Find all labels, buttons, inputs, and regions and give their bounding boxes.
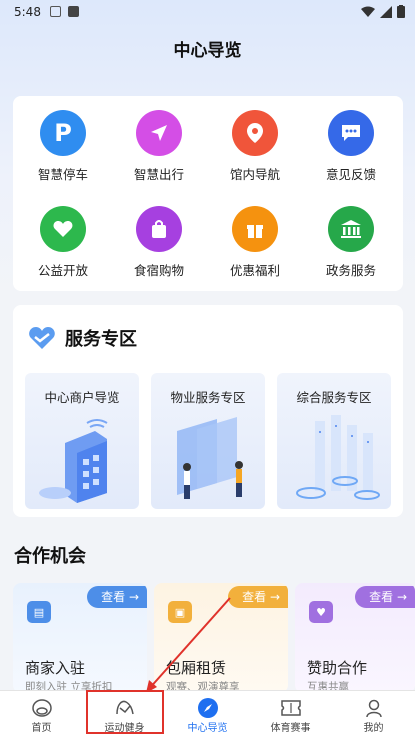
quick-service-grid: P 智慧停车 智慧出行 馆内导航 意见反馈 公益开放 食宿购物 优惠福利 政务服… (13, 96, 403, 291)
notification-icon (50, 6, 61, 17)
compass-icon (197, 698, 218, 718)
tab-label: 体育赛事 (270, 723, 311, 734)
service-card-property[interactable]: 物业服务专区 (151, 373, 265, 509)
view-button[interactable]: 查看 → (87, 586, 147, 608)
app-notification-icon (68, 6, 79, 17)
city-data-illustration (296, 415, 380, 500)
cooperation-title: 合作机会 (14, 546, 86, 567)
grid-item-feedback[interactable]: 意见反馈 (306, 110, 396, 183)
page-title: 中心导览 (173, 41, 242, 61)
heart-hands-icon (40, 206, 86, 252)
grid-item-label: 智慧停车 (37, 167, 88, 182)
service-handshake-icon (29, 327, 55, 349)
map-pin-icon (232, 110, 278, 156)
service-card-merchant-guide[interactable]: 中心商户导览 (25, 373, 139, 509)
status-time: 5:48 (14, 5, 41, 19)
service-card-label: 综合服务专区 (296, 390, 372, 405)
home-icon (31, 699, 52, 717)
government-building-icon (328, 206, 374, 252)
building-illustration (39, 419, 108, 503)
coop-card-title: 商家入驻 (25, 659, 86, 677)
bottom-tab-bar: 首页 运动健身 中心导览 体育赛事 我的 (0, 690, 415, 737)
grid-item-label: 意见反馈 (325, 167, 376, 182)
grid-item-public-welfare[interactable]: 公益开放 (18, 206, 108, 279)
store-icon: ▤ (27, 601, 51, 623)
service-zone-section: 服务专区 中心商户导览 物业服务专区 综合服务专区 (13, 305, 403, 517)
status-bar: 5:48 (0, 0, 415, 26)
shopping-bag-icon (136, 206, 182, 252)
grid-item-label: 食宿购物 (133, 263, 184, 278)
grid-item-label: 公益开放 (37, 263, 88, 278)
coop-card-sponsorship[interactable]: 查看 → ♥ 赞助合作 互惠共赢 (295, 583, 415, 693)
printer-icon: ▣ (168, 601, 192, 623)
coop-card-title: 包厢租赁 (166, 659, 227, 677)
tab-label: 首页 (31, 723, 52, 734)
heart-icon: ♥ (309, 601, 333, 623)
office-illustration (177, 417, 243, 499)
grid-item-label: 馆内导航 (229, 167, 280, 182)
annotation-highlight-box (86, 690, 164, 734)
tab-home[interactable]: 首页 (0, 691, 83, 737)
signal-icon (380, 5, 392, 18)
coop-card-merchant-entry[interactable]: 查看 → ▤ 商家入驻 即刻入驻 立享折扣 (13, 583, 147, 693)
view-button[interactable]: 查看 → (228, 586, 288, 608)
coop-card-box-rental[interactable]: 查看 → ▣ 包厢租赁 观赛、观演尊享 (154, 583, 288, 693)
grid-item-government[interactable]: 政务服务 (306, 206, 396, 279)
gift-icon (232, 206, 278, 252)
grid-item-parking[interactable]: P 智慧停车 (18, 110, 108, 183)
view-button[interactable]: 查看 → (355, 586, 415, 608)
grid-item-label: 政务服务 (325, 263, 376, 278)
parking-icon: P (40, 110, 86, 156)
service-card-general[interactable]: 综合服务专区 (277, 373, 391, 509)
tab-label: 我的 (363, 723, 384, 734)
tab-sports-events[interactable]: 体育赛事 (249, 691, 332, 737)
grid-item-benefits[interactable]: 优惠福利 (210, 206, 300, 279)
chat-bubble-icon (328, 110, 374, 156)
grid-item-indoor-nav[interactable]: 馆内导航 (210, 110, 300, 183)
ticket-icon (280, 700, 301, 716)
tab-center-guide[interactable]: 中心导览 (166, 691, 249, 737)
tab-label: 中心导览 (187, 723, 228, 734)
user-icon (365, 699, 382, 718)
grid-item-label: 优惠福利 (229, 263, 280, 278)
coop-card-title: 赞助合作 (307, 659, 368, 677)
tab-profile[interactable]: 我的 (332, 691, 415, 737)
service-zone-title: 服务专区 (65, 329, 137, 350)
grid-item-travel[interactable]: 智慧出行 (114, 110, 204, 183)
wifi-icon (361, 6, 375, 17)
battery-icon (397, 5, 405, 18)
grid-item-label: 智慧出行 (133, 167, 184, 182)
navigation-arrow-icon (136, 110, 182, 156)
service-card-label: 物业服务专区 (170, 390, 246, 405)
service-card-label: 中心商户导览 (44, 390, 120, 405)
grid-item-shopping[interactable]: 食宿购物 (114, 206, 204, 279)
